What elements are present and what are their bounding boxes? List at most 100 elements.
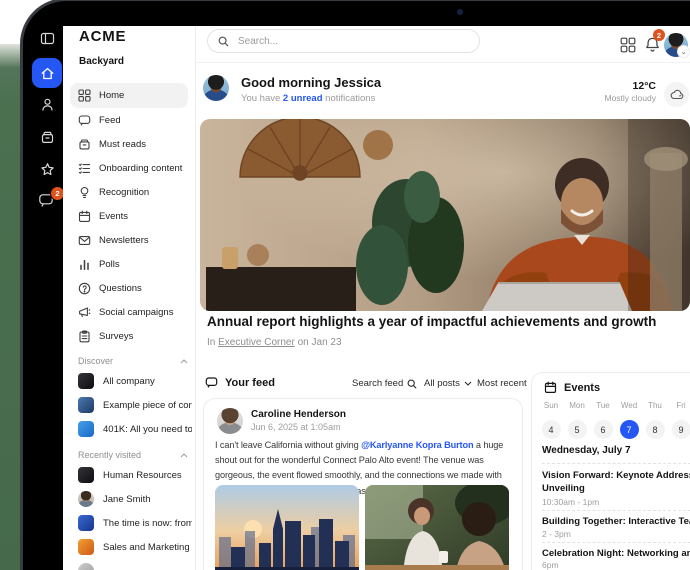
post-image-skyline[interactable]	[215, 485, 359, 570]
date-cell-selected[interactable]: 7	[620, 420, 639, 439]
camera-dot	[457, 9, 463, 15]
sidebar-item-questions[interactable]: Questions	[70, 276, 188, 300]
content-thumbnail	[78, 467, 94, 483]
profile-chevron-icon[interactable]: ⌄	[678, 46, 689, 57]
search-input[interactable]	[236, 35, 469, 48]
recently-visited-section: Recently visited Human Resources Jane Sm…	[70, 447, 192, 570]
discover-item-401k[interactable]: 401K: All you need to know	[70, 417, 192, 441]
rail-home-button[interactable]	[32, 58, 62, 88]
megaphone-icon	[78, 306, 91, 319]
content-thumbnail	[78, 515, 94, 531]
date-cell[interactable]: 5	[568, 420, 587, 439]
rail-people-button[interactable]	[40, 97, 55, 112]
sidebar-item-label: Must reads	[99, 139, 146, 150]
day-label: Sun	[538, 401, 564, 415]
star-icon	[40, 162, 55, 177]
discover-item-label: 401K: All you need to know	[103, 424, 192, 435]
discover-item-example[interactable]: Example piece of content	[70, 393, 192, 417]
sidebar-item-label: Feed	[99, 115, 121, 126]
article-title[interactable]: Annual report highlights a year of impac…	[207, 314, 682, 329]
sidebar-item-events[interactable]: Events	[70, 204, 188, 228]
chevron-down-icon	[464, 381, 472, 386]
divider	[542, 463, 690, 464]
sidebar-item-must-reads[interactable]: Must reads	[70, 132, 188, 156]
page: 2 ACME Backyard Home Feed Must reads Onb…	[0, 0, 690, 570]
search-feed-button[interactable]: Search feed	[352, 378, 417, 389]
company-logo: ACME	[79, 28, 126, 45]
rail-archive-button[interactable]	[40, 130, 55, 145]
recent-item-partial[interactable]	[70, 559, 192, 570]
sidebar-item-surveys[interactable]: Surveys	[70, 324, 188, 348]
recently-visited-section-header[interactable]: Recently visited	[70, 447, 192, 463]
search-icon	[407, 379, 417, 389]
sidebar-item-label: Newsletters	[99, 235, 149, 246]
sidebar-item-newsletters[interactable]: Newsletters	[70, 228, 188, 252]
sidebar-item-polls[interactable]: Polls	[70, 252, 188, 276]
sidebar-item-label: Polls	[99, 259, 120, 270]
avatar	[78, 491, 94, 507]
posts-filter-label: All posts	[424, 378, 460, 389]
sidebar-toggle-button[interactable]	[39, 30, 55, 46]
event-item-title[interactable]: Celebration Night: Networking and Recogn…	[542, 547, 690, 560]
chevron-up-icon	[180, 453, 188, 458]
cloud-icon	[670, 89, 684, 100]
sidebar-item-onboarding-content[interactable]: Onboarding content	[70, 156, 188, 180]
week-calendar: Sun Mon Tue Wed Thu Fri 4 5 6 7 8 9	[538, 401, 690, 439]
selected-day-heading: Wednesday, July 7	[542, 445, 631, 456]
cafe-image	[365, 485, 509, 570]
events-title: Events	[564, 382, 600, 394]
sidebar-item-recognition[interactable]: Recognition	[70, 180, 188, 204]
envelope-icon	[78, 234, 91, 247]
discover-section-header[interactable]: Discover	[70, 353, 192, 369]
hero-article-card[interactable]	[200, 119, 690, 311]
post-author-name[interactable]: Caroline Henderson	[251, 409, 346, 420]
event-item-title[interactable]: Vision Forward: Keynote Address and Stra…	[542, 469, 690, 495]
event-item-time: 10:30am - 1pm	[542, 497, 599, 507]
post-image-people[interactable]	[365, 485, 509, 570]
unread-notifications-link[interactable]: 2 unread	[283, 93, 323, 104]
content-thumbnail	[78, 397, 94, 413]
sidebar-nav: Home Feed Must reads Onboarding content …	[70, 83, 188, 348]
weather-description: Mostly cloudy	[605, 93, 657, 103]
date-cell[interactable]: 8	[646, 420, 665, 439]
sidebar-item-label: Onboarding content	[99, 163, 182, 174]
event-item-title[interactable]: Building Together: Interactive Team Work…	[542, 515, 690, 528]
sidebar-item-label: Recognition	[99, 187, 149, 198]
recent-item-sales-marketing[interactable]: Sales and Marketing	[70, 535, 192, 559]
posts-filter-dropdown[interactable]: All posts	[424, 378, 472, 389]
discover-item-label: Example piece of content	[103, 400, 192, 411]
date-cell[interactable]: 4	[542, 420, 561, 439]
recent-item-jane-smith[interactable]: Jane Smith	[70, 487, 192, 511]
recent-item-time-is-now[interactable]: The time is now: from AI-...	[70, 511, 192, 535]
skyline-image	[215, 485, 359, 570]
event-item-time: 6pm	[542, 560, 559, 570]
discover-section: Discover All company Example piece of co…	[70, 353, 192, 441]
post-author-avatar[interactable]	[217, 408, 243, 434]
content-thumbnail	[78, 563, 94, 570]
rail-star-button[interactable]	[40, 162, 55, 177]
date-cell[interactable]: 6	[594, 420, 613, 439]
recent-item-human-resources[interactable]: Human Resources	[70, 463, 192, 487]
question-icon	[78, 282, 91, 295]
sidebar-item-feed[interactable]: Feed	[70, 108, 188, 132]
search-icon	[218, 36, 229, 47]
recent-item-label: Jane Smith	[103, 494, 151, 505]
weather-button	[664, 82, 689, 107]
date-cell[interactable]: 9	[672, 420, 690, 439]
archive-box-icon	[78, 138, 91, 151]
search-bar[interactable]	[207, 29, 480, 53]
sidebar-item-home[interactable]: Home	[70, 83, 188, 108]
sidebar-item-social-campaigns[interactable]: Social campaigns	[70, 300, 188, 324]
feed-icon	[205, 376, 218, 389]
greeting-sub-suffix: notifications	[323, 93, 376, 104]
content-thumbnail	[78, 373, 94, 389]
article-channel-link[interactable]: Executive Corner	[218, 337, 295, 348]
mention-link[interactable]: @Karlyanne Kopra Burton	[361, 440, 473, 450]
workspace-label: Backyard	[79, 56, 124, 67]
sort-filter-dropdown[interactable]: Most recent	[477, 378, 539, 389]
sort-filter-label: Most recent	[477, 378, 527, 389]
app-launcher-button[interactable]	[620, 37, 636, 53]
content-thumbnail	[78, 421, 94, 437]
discover-item-all-company[interactable]: All company	[70, 369, 192, 393]
feed-icon	[78, 114, 91, 127]
